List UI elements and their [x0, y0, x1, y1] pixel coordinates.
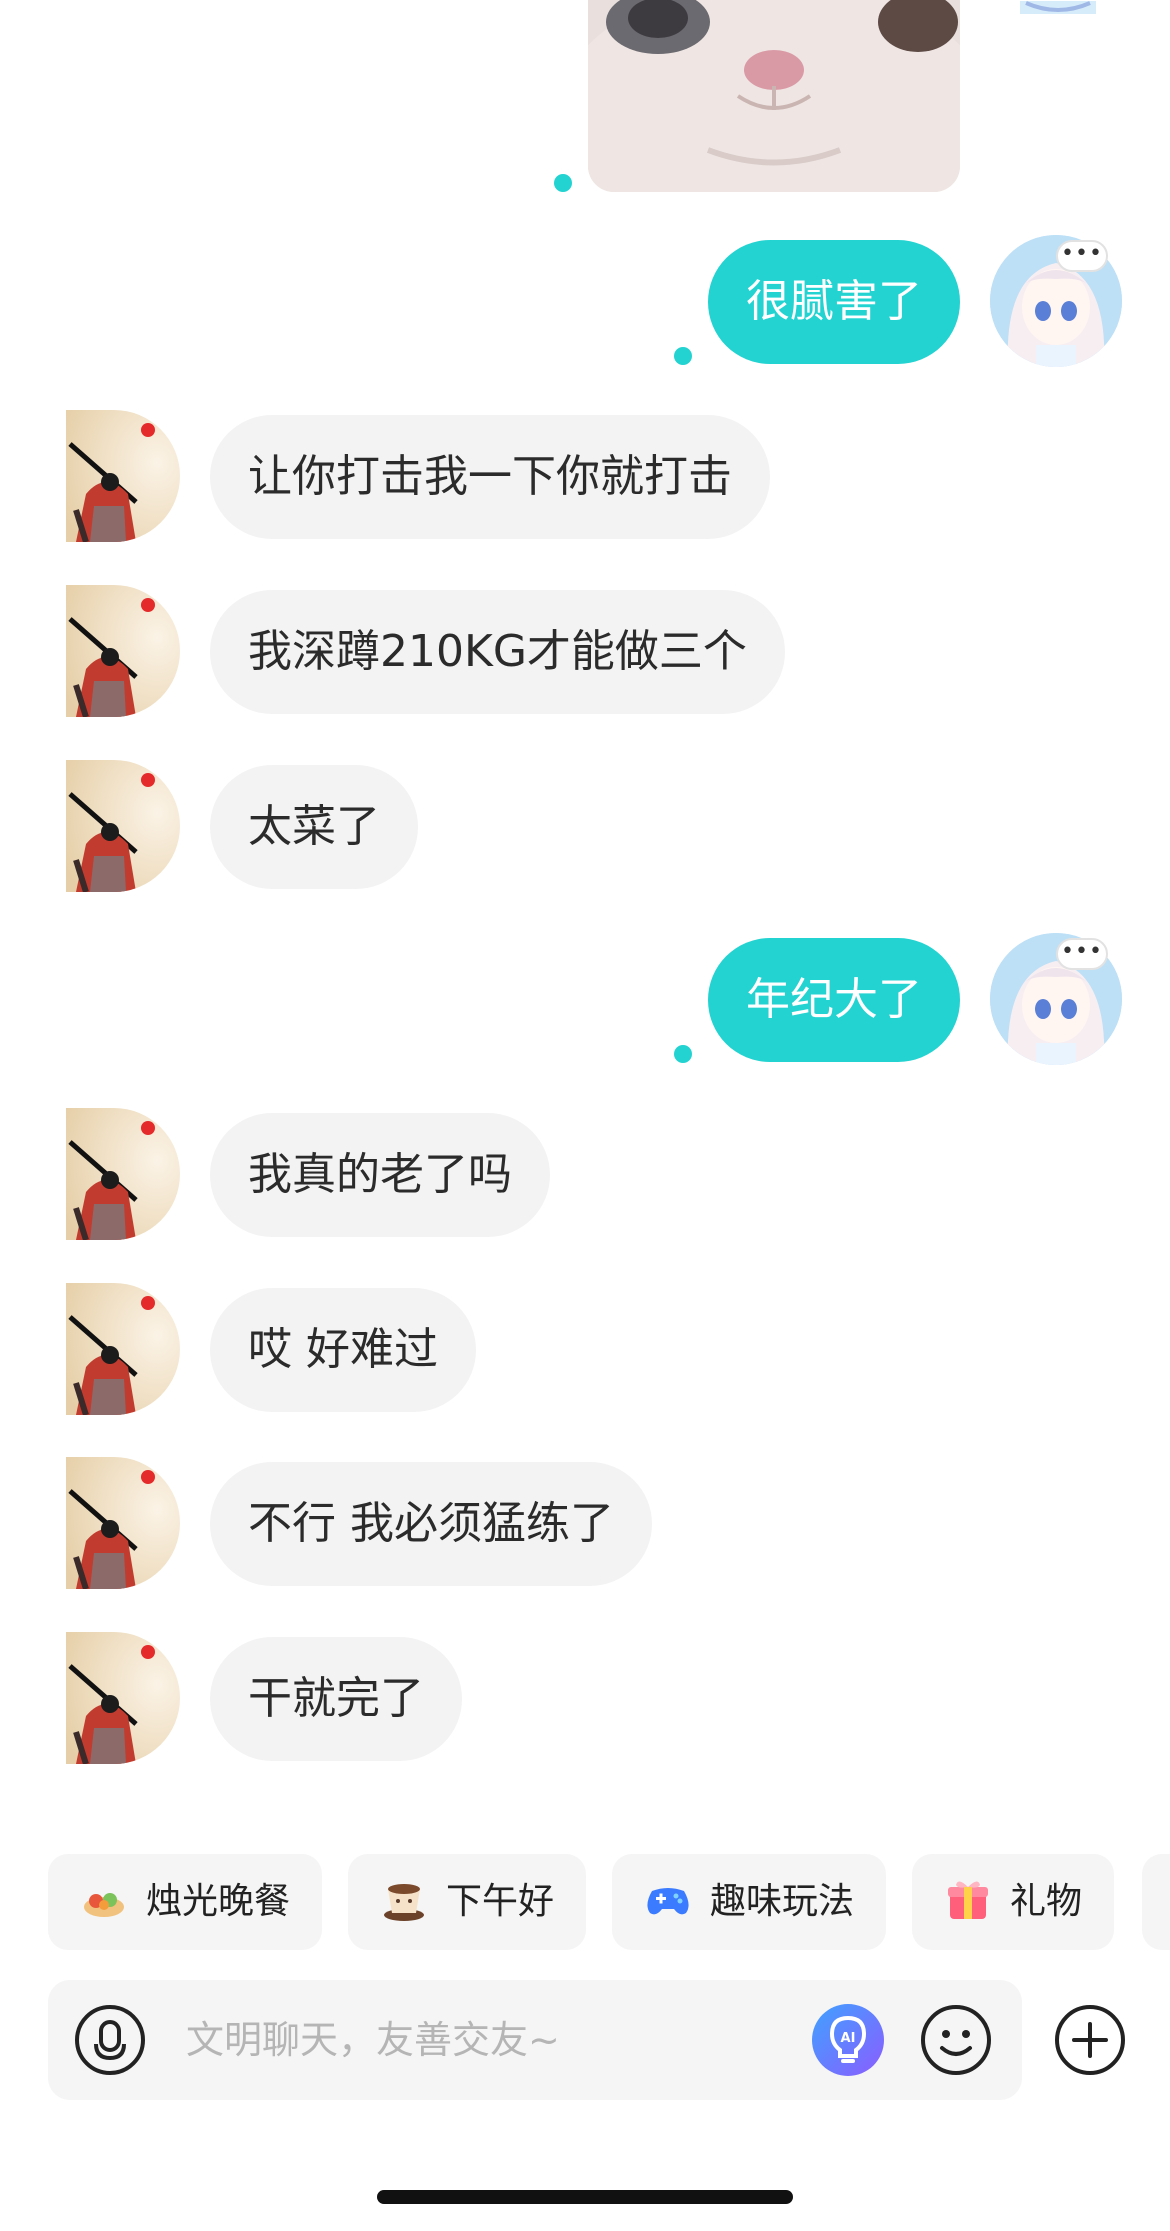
message-input-bar: 文明聊天，友善交友~ AI	[48, 1980, 1022, 2100]
svg-text:AI: AI	[841, 2031, 856, 2046]
more-options-icon[interactable]: •••	[1056, 240, 1108, 272]
ai-bulb-icon: AI	[812, 2004, 884, 2076]
message-bubble-received[interactable]: 我真的老了吗	[210, 1113, 550, 1237]
message-row-left: 我真的老了吗	[0, 1103, 1170, 1253]
avatar-contact[interactable]	[66, 760, 180, 892]
ai-assistant-button[interactable]: AI	[812, 2004, 884, 2076]
chip-label: 烛光晚餐	[146, 1881, 291, 1922]
message-row-left: 哎 好难过	[0, 1278, 1170, 1428]
quick-action-next-partial[interactable]	[1142, 1854, 1170, 1950]
avatar-contact[interactable]	[66, 1283, 180, 1415]
microphone-icon	[75, 2005, 145, 2075]
smiley-icon	[921, 2005, 991, 2075]
avatar-contact[interactable]	[66, 410, 180, 542]
emoji-button[interactable]	[920, 2004, 992, 2076]
avatar-contact[interactable]	[66, 1457, 180, 1589]
quick-action-good-afternoon[interactable]: 下午好	[348, 1854, 587, 1950]
voice-input-button[interactable]	[74, 2004, 146, 2076]
avatar-self-partial	[1020, 0, 1096, 14]
message-row-left: 让你打击我一下你就打击	[0, 405, 1170, 555]
message-row-right: 很腻害了 •••	[0, 230, 1170, 380]
message-bubble-received[interactable]: 我深蹲210KG才能做三个	[210, 590, 785, 714]
sent-dot	[674, 347, 692, 365]
message-bubble-received[interactable]: 不行 我必须猛练了	[210, 1462, 652, 1586]
add-more-button[interactable]	[1054, 2004, 1126, 2076]
gamepad-icon	[644, 1875, 692, 1923]
avatar-contact[interactable]	[66, 1632, 180, 1764]
message-bubble-sent[interactable]: 年纪大了	[708, 938, 960, 1062]
chip-label: 礼物	[1010, 1881, 1083, 1922]
message-input[interactable]: 文明聊天，友善交友~	[186, 1980, 560, 2100]
quick-action-candle-dinner[interactable]: 烛光晚餐	[48, 1854, 323, 1950]
message-row-left: 干就完了	[0, 1627, 1170, 1777]
home-indicator	[377, 2190, 793, 2204]
more-options-icon[interactable]: •••	[1056, 938, 1108, 970]
chip-label: 趣味玩法	[710, 1881, 855, 1922]
message-bubble-received[interactable]: 哎 好难过	[210, 1288, 476, 1412]
message-bubble-sent[interactable]: 很腻害了	[708, 240, 960, 364]
message-row-left: 太菜了	[0, 755, 1170, 905]
image-message[interactable]	[588, 0, 960, 192]
message-row-right: 年纪大了 •••	[0, 928, 1170, 1078]
message-row-left: 不行 我必须猛练了	[0, 1452, 1170, 1602]
coffee-cup-icon	[380, 1875, 428, 1923]
avatar-contact[interactable]	[66, 1108, 180, 1240]
quick-action-gift[interactable]: 礼物	[912, 1854, 1115, 1950]
plus-circle-icon	[1055, 2005, 1125, 2075]
quick-action-fun-games[interactable]: 趣味玩法	[612, 1854, 887, 1950]
chip-label: 下午好	[446, 1881, 555, 1922]
message-bubble-received[interactable]: 干就完了	[210, 1637, 462, 1761]
sent-dot	[554, 174, 572, 192]
gift-icon	[944, 1875, 992, 1923]
sent-dot	[674, 1045, 692, 1063]
candle-dinner-icon	[80, 1875, 128, 1923]
message-row-left: 我深蹲210KG才能做三个	[0, 580, 1170, 730]
message-bubble-received[interactable]: 太菜了	[210, 765, 418, 889]
message-bubble-received[interactable]: 让你打击我一下你就打击	[210, 415, 770, 539]
avatar-contact[interactable]	[66, 585, 180, 717]
